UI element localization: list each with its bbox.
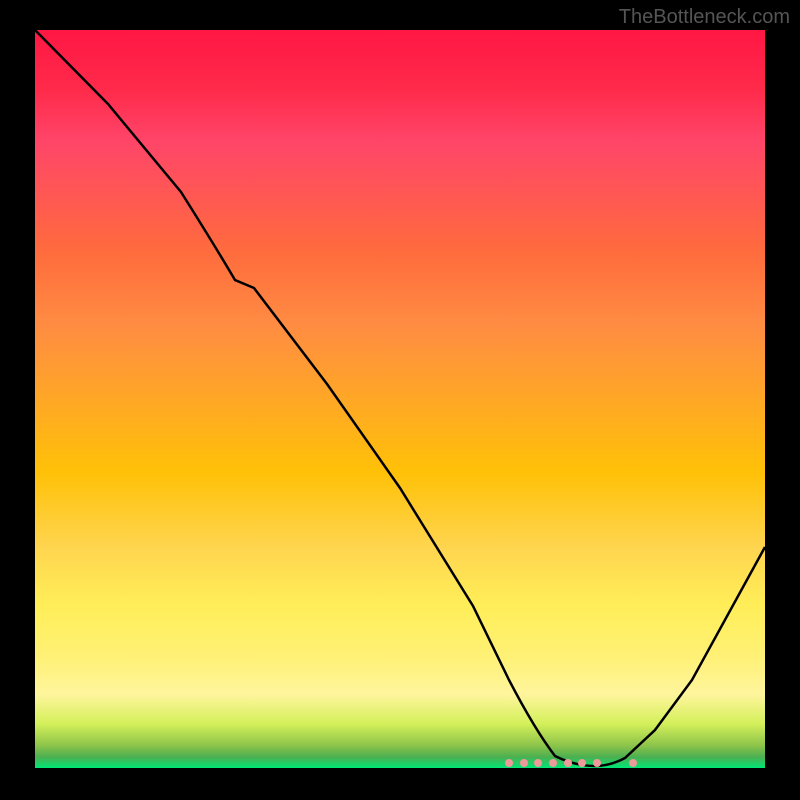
marker-dot: [505, 759, 513, 767]
chart-container: TheBottleneck.com: [0, 0, 800, 800]
marker-dot: [549, 759, 557, 767]
bottleneck-curve-path: [35, 30, 765, 766]
marker-dot: [534, 759, 542, 767]
marker-dot: [593, 759, 601, 767]
marker-dot: [520, 759, 528, 767]
curve-svg: [35, 30, 765, 768]
watermark-text: TheBottleneck.com: [619, 6, 790, 29]
marker-dot: [578, 759, 586, 767]
marker-dot: [564, 759, 572, 767]
plot-area: [35, 30, 765, 768]
marker-dot: [629, 759, 637, 767]
